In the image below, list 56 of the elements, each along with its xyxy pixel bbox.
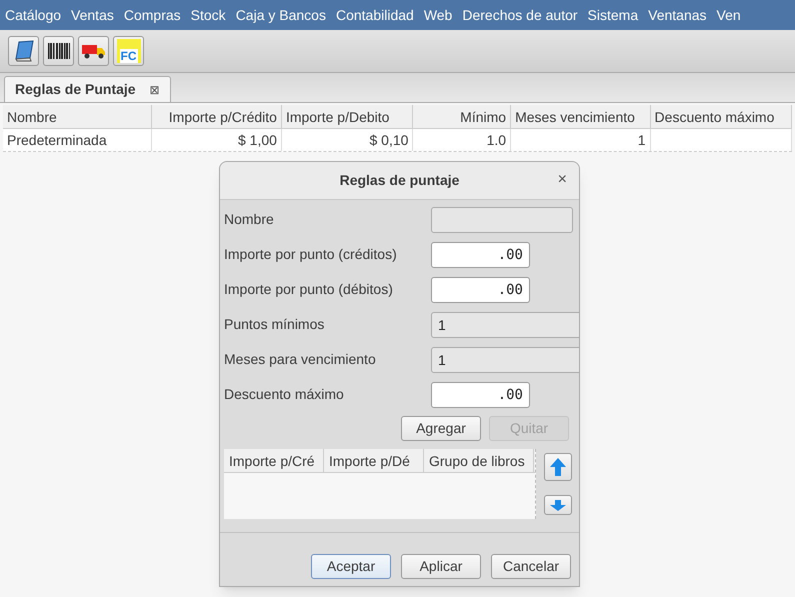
input-field[interactable]: 1 (431, 312, 579, 338)
menu-item[interactable]: Derechos de autor (462, 4, 578, 26)
toolbar-button[interactable] (8, 36, 39, 66)
field-label: Descuento máximo (224, 385, 345, 404)
column-header[interactable]: Importe p/Cré (224, 449, 324, 472)
dialog-title: Reglas de puntaje (340, 171, 460, 190)
input-field[interactable]: 1 (431, 346, 579, 372)
dialog-button[interactable]: Aceptar (311, 554, 391, 579)
table-cell: Predeterminada (3, 129, 152, 151)
field-label: Meses para vencimiento (224, 350, 377, 369)
dialog-button[interactable]: Cancelar (491, 554, 571, 579)
column-header[interactable]: Nombre (3, 105, 152, 128)
move-up-button[interactable] (544, 453, 572, 481)
table-cell: $ 1,00 (152, 129, 282, 151)
menu-item[interactable]: Sistema (588, 4, 638, 26)
menu-item[interactable]: Ventanas (648, 4, 707, 26)
menu-item[interactable]: Ven (716, 4, 741, 26)
table-cell: 1 (511, 129, 651, 151)
barcode-icon (48, 43, 70, 59)
menu-item[interactable]: Catálogo (5, 4, 62, 26)
field-label: Nombre (224, 210, 275, 229)
column-header[interactable]: Importe p/Debito (282, 105, 414, 128)
table-cell: $ 0,10 (282, 129, 414, 151)
menu-item[interactable]: Web (424, 4, 452, 26)
move-down-button[interactable] (544, 495, 572, 515)
menu-item[interactable]: Stock (190, 4, 226, 26)
field-label: Importe por punto (débitos) (224, 280, 394, 299)
toolbar-button[interactable] (78, 36, 109, 66)
menu-item[interactable]: Ventas (71, 4, 114, 26)
menu-item[interactable]: Contabilidad (336, 4, 414, 26)
column-header[interactable]: Mínimo (413, 105, 512, 128)
column-header[interactable]: Importe p/Crédito (152, 105, 282, 128)
input-field[interactable]: .00 (431, 276, 530, 302)
toolbar-button[interactable] (43, 36, 74, 66)
book-icon (12, 39, 34, 63)
dialog-button[interactable]: Aplicar (401, 554, 481, 579)
column-header[interactable]: Meses vencimiento (511, 105, 651, 128)
column-header[interactable]: Descuento máximo (650, 105, 792, 128)
menu-item[interactable]: Caja y Bancos (236, 4, 326, 26)
menu-item[interactable]: Compras (124, 4, 181, 26)
tab[interactable]: Reglas de Puntaje ⊠ (4, 76, 171, 102)
tab-close-button[interactable]: ⊠ (150, 84, 160, 96)
input-field[interactable] (431, 206, 573, 232)
table-cell: 1.0 (413, 129, 512, 151)
tab-label: Reglas de Puntaje (15, 80, 136, 99)
close-button[interactable]: × (558, 172, 567, 188)
input-field[interactable]: .00 (431, 242, 530, 268)
column-header[interactable]: Grupo de libros (424, 449, 534, 472)
down-arrow-icon (550, 500, 566, 510)
truck-icon (82, 43, 106, 59)
up-arrow-icon (550, 458, 566, 476)
row-action-button[interactable]: Agregar (401, 416, 481, 441)
input-field[interactable]: .00 (431, 382, 530, 408)
field-label: Importe por punto (créditos) (224, 245, 398, 264)
field-label: Puntos mínimos (224, 315, 326, 334)
column-header[interactable]: Importe p/Dé (324, 449, 424, 472)
